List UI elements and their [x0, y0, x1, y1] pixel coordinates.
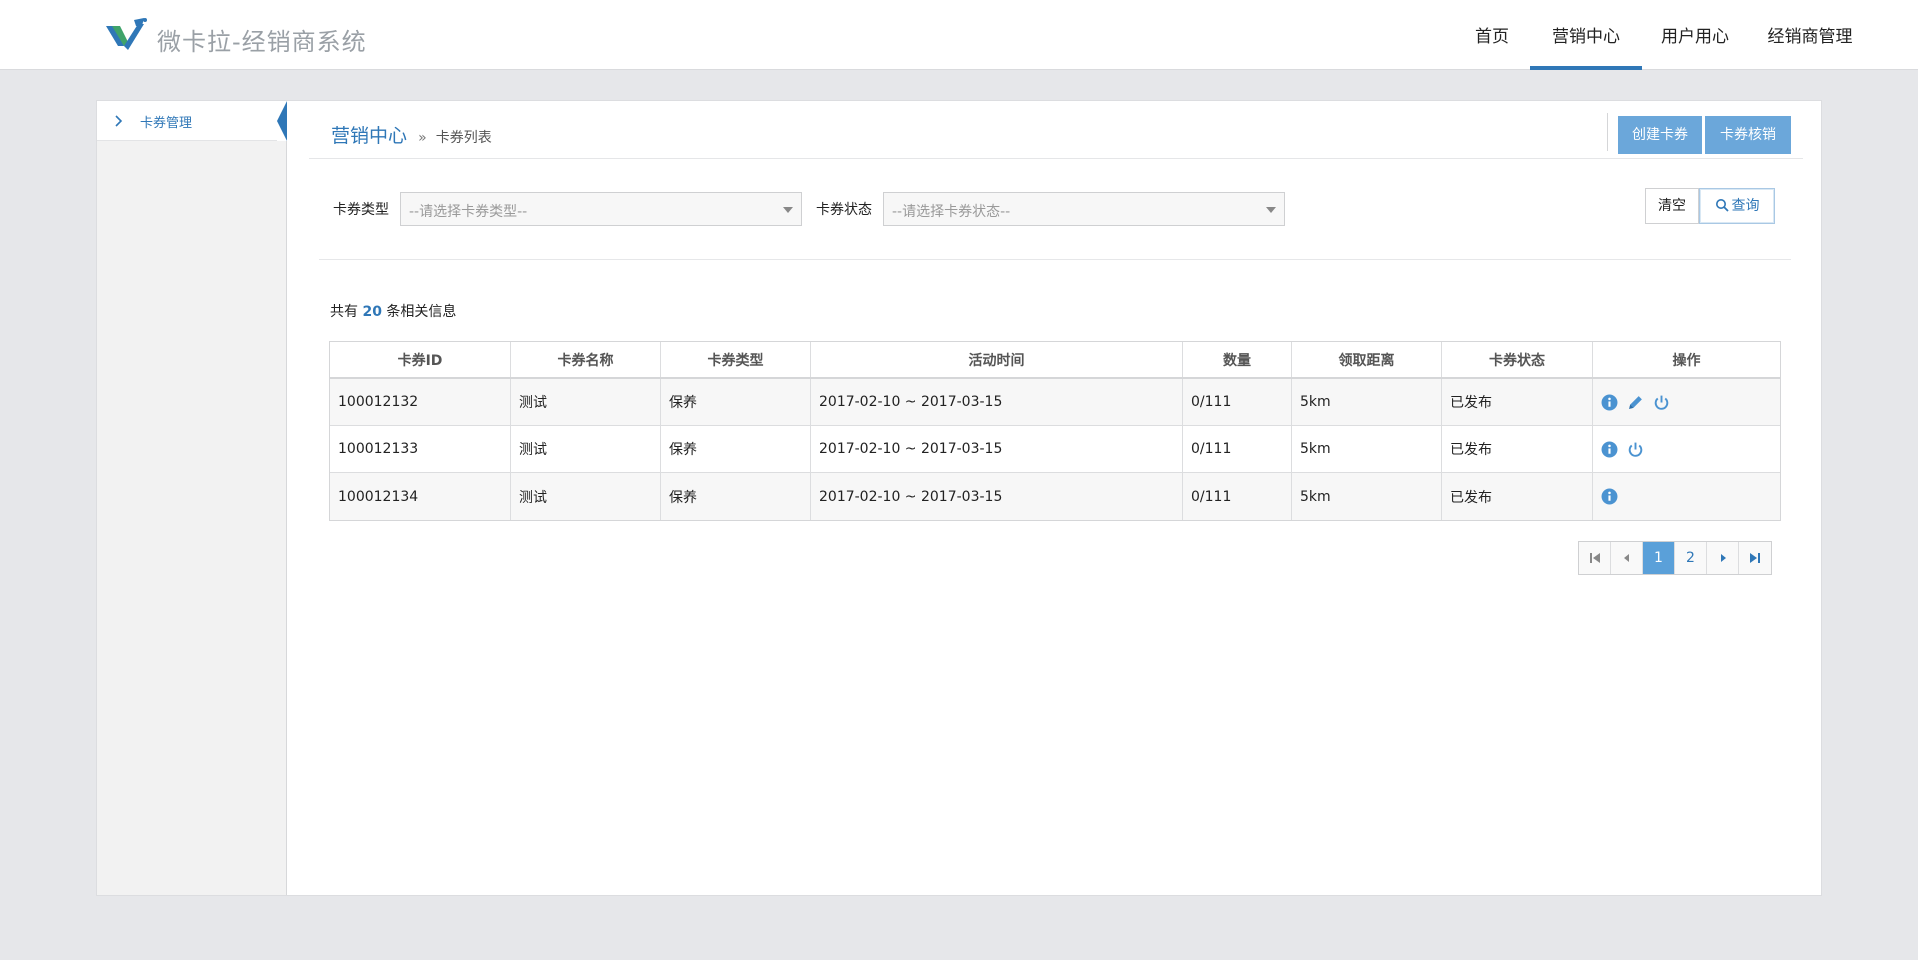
page-button-1[interactable]: 1	[1643, 542, 1675, 574]
power-icon[interactable]	[1627, 441, 1644, 458]
column-header: 卡券状态	[1442, 342, 1593, 377]
active-marker	[277, 101, 287, 141]
cell-activity-time: 2017-02-10 ~ 2017-03-15	[811, 379, 1183, 425]
coupon-type-select[interactable]: --请选择卡券类型--	[400, 192, 802, 226]
last-page-icon	[1750, 553, 1760, 563]
sidebar: 卡券管理	[97, 101, 287, 895]
cell-quantity: 0/111	[1183, 379, 1292, 425]
column-header: 卡券类型	[661, 342, 811, 377]
page-button-2[interactable]: 2	[1675, 542, 1707, 574]
table-row: 100012133 测试 保养 2017-02-10 ~ 2017-03-15 …	[330, 426, 1780, 473]
nav-user-center[interactable]: 用户用心	[1649, 0, 1741, 70]
cell-activity-time: 2017-02-10 ~ 2017-03-15	[811, 473, 1183, 520]
top-bar: 微卡拉-经销商系统 首页 营销中心 用户用心 经销商管理	[0, 0, 1918, 70]
column-header: 操作	[1672, 352, 1701, 369]
breadcrumb: 营销中心 » 卡券列表	[331, 121, 492, 148]
cell-distance: 5km	[1292, 473, 1442, 520]
cell-coupon-id: 100012133	[330, 426, 511, 472]
cell-coupon-name: 测试	[511, 379, 661, 425]
coupon-type-placeholder: --请选择卡券类型--	[409, 204, 528, 220]
cell-distance: 5km	[1292, 426, 1442, 472]
cell-coupon-id: 100012132	[330, 379, 511, 425]
breadcrumb-current: 卡券列表	[435, 130, 492, 146]
cell-distance: 5km	[1292, 379, 1442, 425]
main-panel: 卡券管理 营销中心 » 卡券列表 创建卡券 卡券核销 卡券类型 --请选择卡券类…	[96, 100, 1822, 896]
cell-coupon-name: 测试	[511, 426, 661, 472]
coupon-status-placeholder: --请选择卡券状态--	[892, 204, 1011, 220]
result-count-number: 20	[362, 304, 382, 320]
coupon-type-label: 卡券类型	[333, 202, 389, 218]
filter-separator	[319, 259, 1791, 260]
cell-coupon-type: 保养	[661, 473, 811, 520]
breadcrumb-main[interactable]: 营销中心	[331, 125, 407, 147]
column-header: 数量	[1183, 342, 1292, 377]
next-page-icon	[1721, 554, 1726, 562]
cell-actions	[1593, 379, 1780, 425]
prev-page-icon	[1624, 554, 1629, 562]
vk-logo-icon	[106, 18, 147, 50]
cell-quantity: 0/111	[1183, 426, 1292, 472]
table-row: 100012132 测试 保养 2017-02-10 ~ 2017-03-15 …	[330, 379, 1780, 426]
nav-marketing-center[interactable]: 营销中心	[1530, 0, 1642, 70]
first-page-icon	[1590, 553, 1600, 563]
info-icon[interactable]	[1601, 394, 1618, 411]
column-header: 活动时间	[811, 342, 1183, 377]
cell-coupon-type: 保养	[661, 426, 811, 472]
query-button[interactable]: 查询	[1699, 188, 1775, 224]
sidebar-item-coupon-management[interactable]: 卡券管理	[97, 101, 287, 141]
search-icon	[1715, 199, 1729, 212]
table-row: 100012134 测试 保养 2017-02-10 ~ 2017-03-15 …	[330, 473, 1780, 520]
cell-status: 已发布	[1442, 426, 1593, 472]
cell-coupon-id: 100012134	[330, 473, 511, 520]
power-icon[interactable]	[1653, 394, 1670, 411]
column-header: 领取距离	[1292, 342, 1442, 377]
chevron-right-icon	[115, 115, 123, 127]
cell-activity-time: 2017-02-10 ~ 2017-03-15	[811, 426, 1183, 472]
cell-coupon-type: 保养	[661, 379, 811, 425]
brand-title: 微卡拉-经销商系统	[157, 28, 367, 56]
header-separator	[309, 158, 1803, 159]
clear-button[interactable]: 清空	[1645, 188, 1699, 224]
create-coupon-button[interactable]: 创建卡券	[1618, 116, 1702, 154]
result-count: 共有 20 条相关信息	[330, 301, 456, 321]
next-page-button[interactable]	[1707, 542, 1739, 574]
cell-quantity: 0/111	[1183, 473, 1292, 520]
cell-coupon-name: 测试	[511, 473, 661, 520]
coupon-table: 卡券ID 卡券名称 卡券类型 活动时间 数量 领取距离 卡券状态 操作 1000…	[329, 341, 1781, 521]
redeem-coupon-button[interactable]: 卡券核销	[1705, 116, 1791, 154]
first-page-button[interactable]	[1579, 542, 1611, 574]
cell-status: 已发布	[1442, 379, 1593, 425]
caret-down-icon	[1266, 207, 1276, 213]
last-page-button[interactable]	[1739, 542, 1771, 574]
prev-page-button[interactable]	[1611, 542, 1643, 574]
cell-actions	[1593, 473, 1780, 520]
info-icon[interactable]	[1601, 441, 1618, 458]
cell-status: 已发布	[1442, 473, 1593, 520]
cell-actions	[1593, 426, 1780, 472]
edit-icon[interactable]	[1627, 394, 1644, 411]
query-button-label: 查询	[1731, 198, 1760, 214]
result-count-suffix: 条相关信息	[386, 304, 457, 320]
pagination: 1 2	[1578, 541, 1772, 575]
nav-dealer-management[interactable]: 经销商管理	[1754, 0, 1866, 70]
coupon-status-select[interactable]: --请选择卡券状态--	[883, 192, 1285, 226]
breadcrumb-separator: »	[418, 130, 427, 146]
column-header: 卡券名称	[511, 342, 661, 377]
header-divider	[1607, 113, 1608, 151]
result-count-prefix: 共有	[330, 304, 358, 320]
info-icon[interactable]	[1601, 488, 1618, 505]
table-header-row: 卡券ID 卡券名称 卡券类型 活动时间 数量 领取距离 卡券状态 操作	[330, 342, 1780, 379]
sidebar-item-label: 卡券管理	[140, 116, 193, 131]
coupon-status-label: 卡券状态	[816, 202, 872, 218]
caret-down-icon	[783, 207, 793, 213]
nav-home[interactable]: 首页	[1463, 0, 1521, 70]
column-header: 卡券ID	[330, 342, 511, 377]
